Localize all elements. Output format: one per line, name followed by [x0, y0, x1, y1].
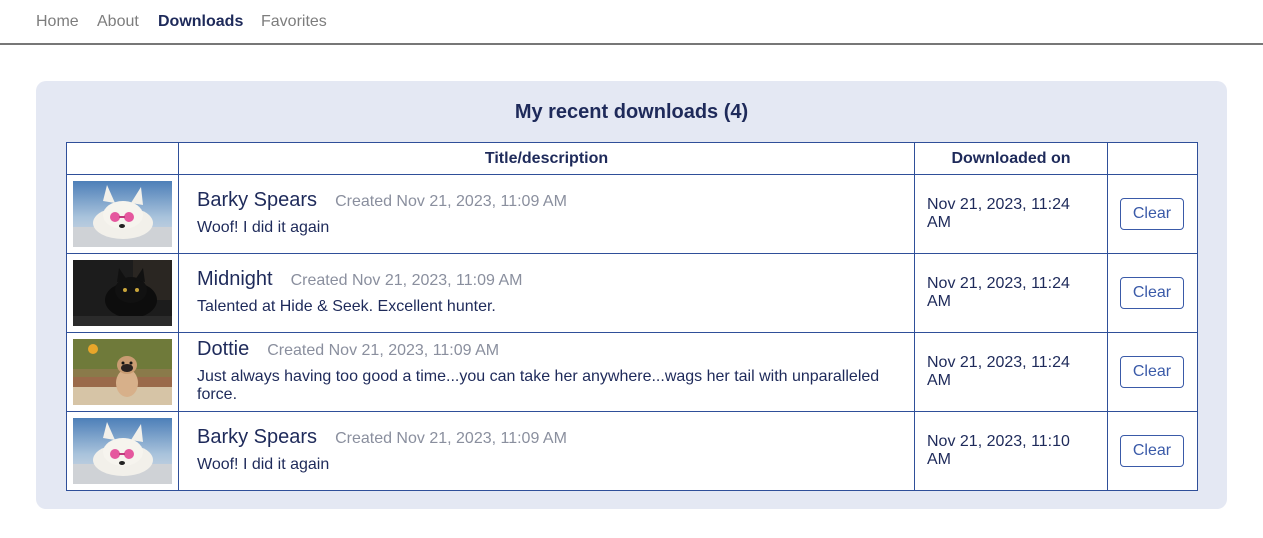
pug-image — [73, 339, 172, 405]
item-title: Dottie — [197, 338, 250, 360]
item-title: Barky Spears — [197, 189, 318, 211]
nav-home-link[interactable]: Home — [36, 13, 79, 31]
table-header-row: Title/description Downloaded on — [66, 142, 1198, 175]
downloaded-date: Nov 21, 2023, 11:24 AM — [914, 253, 1108, 333]
downloaded-date: Nov 21, 2023, 11:24 AM — [914, 332, 1108, 412]
title-description-cell: Dottie Created Nov 21, 2023, 11:09 AM Ju… — [178, 332, 915, 412]
thumbnail-cell — [66, 174, 179, 254]
item-description: Talented at Hide & Seek. Excellent hunte… — [197, 298, 496, 315]
dog-with-pink-sunglasses-image — [73, 418, 172, 484]
title-description-cell: Midnight Created Nov 21, 2023, 11:09 AM … — [178, 253, 915, 333]
thumbnail-cell — [66, 411, 179, 491]
thumbnail-cell — [66, 253, 179, 333]
table-row: Dottie Created Nov 21, 2023, 11:09 AM Ju… — [66, 332, 1198, 412]
nav-about-link[interactable]: About — [97, 13, 139, 31]
downloaded-date: Nov 21, 2023, 11:10 AM — [914, 411, 1108, 491]
item-created-date: Created Nov 21, 2023, 11:09 AM — [267, 342, 500, 359]
action-cell: Clear — [1107, 253, 1198, 333]
clear-button[interactable]: Clear — [1120, 435, 1184, 467]
black-cat-image — [73, 260, 172, 326]
clear-button[interactable]: Clear — [1120, 277, 1184, 309]
item-description: Just always having too good a time...you… — [197, 368, 880, 403]
dog-with-pink-sunglasses-image — [73, 181, 172, 247]
item-created-date: Created Nov 21, 2023, 11:09 AM — [335, 193, 567, 210]
downloads-table: Title/description Downloaded on Barky Sp… — [66, 142, 1198, 491]
action-cell: Clear — [1107, 174, 1198, 254]
downloaded-column-header: Downloaded on — [914, 142, 1108, 175]
top-nav: Home About Downloads Favorites — [0, 0, 1263, 45]
thumbnail-column-header — [66, 142, 179, 175]
clear-button[interactable]: Clear — [1120, 198, 1184, 230]
nav-favorites-link[interactable]: Favorites — [261, 13, 327, 31]
table-row: Midnight Created Nov 21, 2023, 11:09 AM … — [66, 253, 1198, 333]
page-title: My recent downloads (4) — [514, 101, 749, 123]
item-title: Midnight — [197, 268, 273, 290]
item-created-date: Created Nov 21, 2023, 11:09 AM — [290, 272, 523, 289]
downloads-panel: My recent downloads (4) Title/descriptio… — [36, 81, 1227, 509]
thumbnail-cell — [66, 332, 179, 412]
item-created-date: Created Nov 21, 2023, 11:09 AM — [335, 430, 567, 447]
nav-downloads-link[interactable]: Downloads — [158, 13, 243, 31]
clear-button[interactable]: Clear — [1120, 356, 1184, 388]
action-cell: Clear — [1107, 411, 1198, 491]
title-description-cell: Barky Spears Created Nov 21, 2023, 11:09… — [178, 411, 915, 491]
action-cell: Clear — [1107, 332, 1198, 412]
downloaded-date: Nov 21, 2023, 11:24 AM — [914, 174, 1108, 254]
item-description: Woof! I did it again — [197, 456, 330, 473]
table-row: Barky Spears Created Nov 21, 2023, 11:09… — [66, 411, 1198, 491]
action-column-header — [1107, 142, 1198, 175]
item-description: Woof! I did it again — [197, 219, 330, 236]
title-column-header: Title/description — [178, 142, 915, 175]
item-title: Barky Spears — [197, 426, 318, 448]
table-row: Barky Spears Created Nov 21, 2023, 11:09… — [66, 174, 1198, 254]
title-description-cell: Barky Spears Created Nov 21, 2023, 11:09… — [178, 174, 915, 254]
